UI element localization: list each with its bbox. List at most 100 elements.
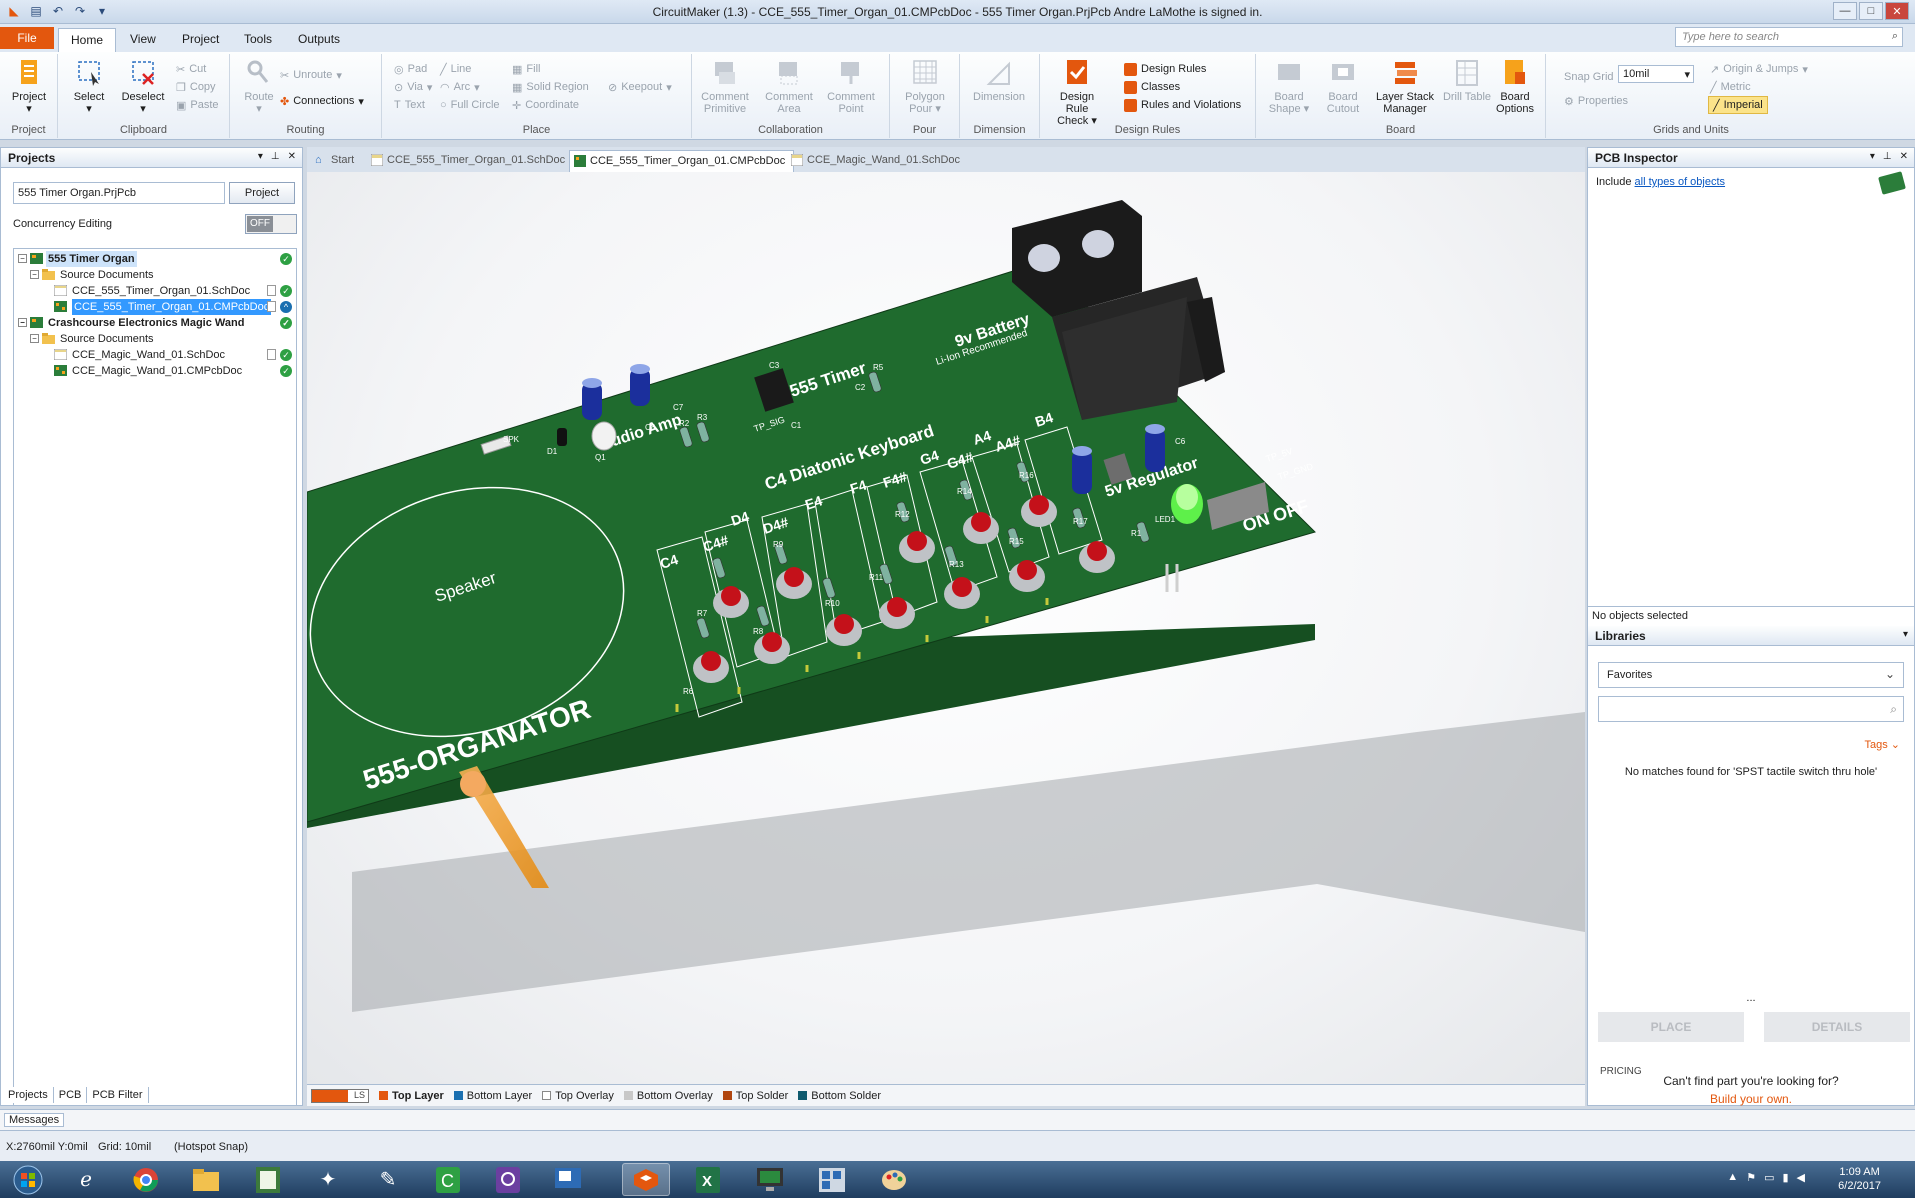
tree-item-document[interactable]: CCE_Magic_Wand_01.CMPcbDoc ✓ <box>14 363 296 379</box>
panel-menu-icon[interactable]: ▾ <box>1903 629 1908 640</box>
messages-tab[interactable]: Messages <box>4 1113 65 1127</box>
design-rules-button[interactable]: Design Rules <box>1124 60 1206 78</box>
tray-chevron-icon[interactable]: ▲ <box>1727 1171 1738 1184</box>
taskbar-app-icon[interactable]: C <box>424 1163 472 1196</box>
place-keepout-button[interactable]: ⊘ Keepout ▾ <box>608 78 672 96</box>
tray-flag-icon[interactable]: ⚑ <box>1746 1171 1756 1184</box>
tree-item-project[interactable]: − Crashcourse Electronics Magic Wand ✓ <box>14 315 296 331</box>
tree-item-document[interactable]: CCE_Magic_Wand_01.SchDoc ✓ <box>14 347 296 363</box>
taskbar-chrome-icon[interactable] <box>122 1163 170 1196</box>
connections-button[interactable]: ✤ Connections ▾ <box>280 92 364 110</box>
close-button[interactable]: ✕ <box>1885 2 1909 20</box>
tab-pcb-filter[interactable]: PCB Filter <box>87 1087 149 1103</box>
taskbar-app-icon[interactable] <box>544 1163 592 1196</box>
origin-jumps-button[interactable]: ↗ Origin & Jumps ▾ <box>1710 60 1808 78</box>
tab-tools[interactable]: Tools <box>232 28 284 52</box>
search-input[interactable]: Type here to search ⌕ <box>1675 27 1903 47</box>
deselect-button[interactable]: Deselect ▾ <box>116 58 170 115</box>
dimension-button[interactable]: Dimension <box>972 58 1026 103</box>
place-line-button[interactable]: ╱ Line <box>440 60 471 78</box>
select-button[interactable]: Select ▾ <box>62 58 116 115</box>
board-shape-button[interactable]: Board Shape ▾ <box>1262 58 1316 115</box>
taskbar-clock[interactable]: 1:09 AM 6/2/2017 <box>1838 1165 1881 1193</box>
layer-tab-bottom-overlay[interactable]: Bottom Overlay <box>623 1090 713 1102</box>
tab-outputs[interactable]: Outputs <box>286 28 352 52</box>
collapse-icon[interactable]: − <box>18 318 27 327</box>
taskbar-pdf-icon[interactable] <box>484 1163 532 1196</box>
tab-home[interactable]: Home <box>58 28 117 52</box>
comment-point-button[interactable]: Comment Point <box>824 58 878 115</box>
metric-button[interactable]: ╱ Metric <box>1710 78 1751 96</box>
taskbar-app-icon[interactable]: ✦ <box>304 1163 352 1196</box>
minimize-button[interactable]: — <box>1833 2 1857 20</box>
layer-stack-manager-button[interactable]: Layer Stack Manager <box>1370 58 1440 115</box>
rules-violations-button[interactable]: Rules and Violations <box>1124 96 1241 114</box>
tree-item-folder[interactable]: − Source Documents <box>14 331 296 347</box>
layer-tab-bottom-solder[interactable]: Bottom Solder <box>798 1090 881 1102</box>
imperial-button[interactable]: ╱ Imperial <box>1708 96 1768 114</box>
route-button[interactable]: Route ▾ <box>232 58 286 115</box>
cut-button[interactable]: ✂ Cut <box>176 60 206 78</box>
taskbar-ie-icon[interactable]: ℯ <box>62 1163 110 1196</box>
taskbar-app-icon[interactable] <box>746 1163 794 1196</box>
taskbar-excel-icon[interactable]: X <box>684 1163 732 1196</box>
pin-icon[interactable]: ⊥ <box>271 151 280 162</box>
project-name-field[interactable]: 555 Timer Organ.PrjPcb <box>13 182 225 204</box>
layer-tab-bottom-layer[interactable]: Bottom Layer <box>453 1090 532 1102</box>
close-icon[interactable]: ✕ <box>288 151 296 162</box>
unroute-button[interactable]: ✂ Unroute ▾ <box>280 66 342 84</box>
place-button[interactable]: PLACE <box>1598 1012 1744 1042</box>
tags-dropdown[interactable]: Tags ⌄ <box>1864 738 1900 751</box>
project-button[interactable]: Project ▾ <box>2 58 56 115</box>
tree-item-folder[interactable]: − Source Documents <box>14 267 296 283</box>
paste-button[interactable]: ▣ Paste <box>176 96 219 114</box>
drill-table-button[interactable]: Drill Table <box>1440 58 1494 103</box>
tray-network-icon[interactable]: ▮ <box>1782 1171 1788 1184</box>
properties-button[interactable]: ⚙ Properties <box>1564 92 1628 110</box>
splitter-handle[interactable]: ... <box>1588 992 1914 1004</box>
taskbar-explorer-icon[interactable] <box>182 1163 230 1196</box>
tree-item-project[interactable]: − 555 Timer Organ ✓ <box>14 251 296 267</box>
taskbar-app-icon[interactable] <box>808 1163 856 1196</box>
maximize-button[interactable]: □ <box>1859 2 1883 20</box>
snap-grid-select[interactable]: 10mil ▾ <box>1618 65 1694 83</box>
place-text-button[interactable]: T Text <box>394 96 425 114</box>
pin-icon[interactable]: ⊥ <box>1883 151 1892 162</box>
copy-button[interactable]: ❐ Copy <box>176 78 216 96</box>
start-button[interactable] <box>4 1163 52 1196</box>
taskbar-circuitmaker-icon[interactable] <box>622 1163 670 1196</box>
place-full-circle-button[interactable]: ○ Full Circle <box>440 96 500 114</box>
place-pad-button[interactable]: ◎ Pad <box>394 60 427 78</box>
tree-item-document[interactable]: CCE_555_Timer_Organ_01.SchDoc ✓ <box>14 283 296 299</box>
tab-view[interactable]: View <box>118 28 168 52</box>
layer-tab-top-layer[interactable]: Top Layer <box>379 1090 444 1102</box>
tree-item-document-selected[interactable]: CCE_555_Timer_Organ_01.CMPcbDoc ^ <box>14 299 296 315</box>
panel-menu-icon[interactable]: ▾ <box>258 151 263 162</box>
board-options-button[interactable]: Board Options <box>1488 58 1542 115</box>
place-solid-region-button[interactable]: ▦ Solid Region <box>512 78 589 96</box>
place-coordinate-button[interactable]: ✛ Coordinate <box>512 96 579 114</box>
library-search-input[interactable]: ⌕ <box>1598 696 1904 722</box>
place-arc-button[interactable]: ◠ Arc ▾ <box>440 78 480 96</box>
tab-project[interactable]: Project <box>170 28 231 52</box>
place-fill-button[interactable]: ▦ Fill <box>512 60 540 78</box>
pcb-3d-view[interactable]: Speaker 555-ORGANATOR 555 Timer 9v Batte… <box>307 172 1585 1084</box>
taskbar-app-icon[interactable]: ✎ <box>364 1163 412 1196</box>
project-menu-button[interactable]: Project <box>229 182 295 204</box>
tray-volume-icon[interactable]: ◀ <box>1797 1171 1805 1184</box>
place-via-button[interactable]: ⊙ Via ▾ <box>394 78 432 96</box>
design-rule-check-button[interactable]: Design Rule Check ▾ <box>1050 58 1104 127</box>
collapse-icon[interactable]: − <box>30 334 39 343</box>
taskbar-app-icon[interactable] <box>244 1163 292 1196</box>
build-your-own-link[interactable]: Build your own. <box>1588 1092 1914 1106</box>
tab-pcb[interactable]: PCB <box>54 1087 88 1103</box>
doc-tab-start[interactable]: ⌂ Start <box>311 150 362 172</box>
tab-projects[interactable]: Projects <box>3 1087 54 1103</box>
doc-tab-schematic[interactable]: CCE_555_Timer_Organ_01.SchDoc <box>367 150 573 172</box>
layer-tab-top-solder[interactable]: Top Solder <box>722 1090 788 1102</box>
taskbar-paint-icon[interactable] <box>870 1163 918 1196</box>
all-types-link[interactable]: all types of objects <box>1635 176 1726 188</box>
board-cutout-button[interactable]: Board Cutout <box>1316 58 1370 115</box>
layer-set-button[interactable]: LS <box>311 1088 369 1103</box>
doc-tab-pcb[interactable]: CCE_555_Timer_Organ_01.CMPcbDoc <box>569 150 795 172</box>
